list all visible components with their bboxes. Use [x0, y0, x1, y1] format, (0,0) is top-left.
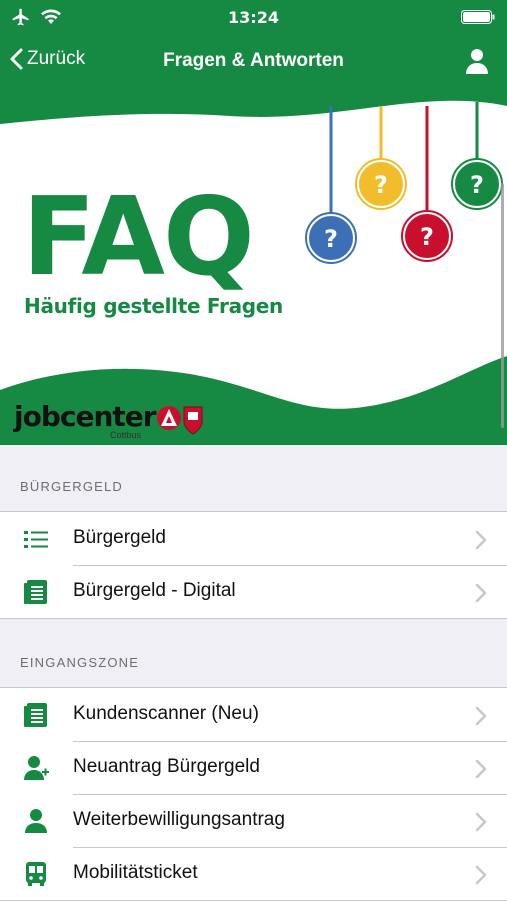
agency-emblem-icon	[157, 406, 203, 435]
add-user-icon	[24, 756, 49, 780]
svg-text:?: ?	[374, 171, 388, 199]
user-icon	[25, 809, 47, 833]
list-item-label: Bürgergeld	[73, 527, 166, 548]
navigation-bar: Zurück Fragen & Antworten	[0, 34, 507, 88]
svg-text:?: ?	[420, 223, 434, 251]
list-item-neuantrag[interactable]: Neuantrag Bürgergeld	[0, 741, 507, 794]
svg-text:?: ?	[324, 225, 338, 253]
faq-subtitle: Häufig gestellte Fragen	[24, 294, 283, 318]
list-item-buergergeld-digital[interactable]: Bürgergeld - Digital	[0, 565, 507, 618]
chevron-right-icon	[475, 583, 487, 603]
chevron-right-icon	[475, 530, 487, 550]
list-item-label: Kundenscanner (Neu)	[73, 703, 259, 724]
chevron-left-icon	[10, 48, 23, 70]
list-item-mobilitaetsticket[interactable]: Mobilitätsticket	[0, 847, 507, 900]
svg-text:?: ?	[470, 171, 484, 199]
back-button-label: Zurück	[27, 48, 86, 69]
bus-icon	[26, 862, 46, 886]
document-icon	[24, 580, 47, 604]
scroll-indicator[interactable]	[501, 183, 504, 428]
list-item-weiterbewilligung[interactable]: Weiterbewilligungsantrag	[0, 794, 507, 847]
chevron-right-icon	[475, 812, 487, 832]
chevron-right-icon	[475, 865, 487, 885]
section-eingangszone: Kundenscanner (Neu) Neuantrag Bürgergeld…	[0, 687, 507, 901]
logo-wordmark: jobcenter	[14, 400, 157, 433]
section-header-eingangszone: EINGANGSZONE	[20, 655, 140, 670]
list-item-label: Bürgergeld - Digital	[73, 580, 236, 601]
list-item-label: Mobilitätsticket	[73, 862, 198, 883]
list-item-label: Neuantrag Bürgergeld	[73, 756, 260, 777]
faq-title: FAQ	[22, 175, 255, 300]
list-item-label: Weiterbewilligungsantrag	[73, 809, 285, 830]
section-header-buergergeld: BÜRGERGELD	[20, 479, 124, 494]
logo-city: Cottbus	[110, 430, 142, 440]
chevron-right-icon	[475, 706, 487, 726]
list-item-buergergeld[interactable]: Bürgergeld	[0, 512, 507, 565]
section-buergergeld: Bürgergeld Bürgergeld - Digital	[0, 511, 507, 619]
list-icon	[24, 531, 48, 548]
battery-icon	[461, 10, 495, 24]
chevron-right-icon	[475, 759, 487, 779]
status-time: 13:24	[228, 8, 279, 27]
document-icon	[24, 703, 47, 727]
list-item-kundenscanner[interactable]: Kundenscanner (Neu)	[0, 688, 507, 741]
faq-list: BÜRGERGELD Bürgergeld Bürgergeld - Digit…	[0, 445, 507, 901]
profile-icon[interactable]	[465, 48, 489, 74]
faq-banner: ? ? ? ? FAQ Häufig gestellte Fragen jobc…	[0, 88, 507, 445]
status-bar: 13:24	[0, 0, 507, 34]
back-button[interactable]: Zurück	[10, 48, 85, 70]
